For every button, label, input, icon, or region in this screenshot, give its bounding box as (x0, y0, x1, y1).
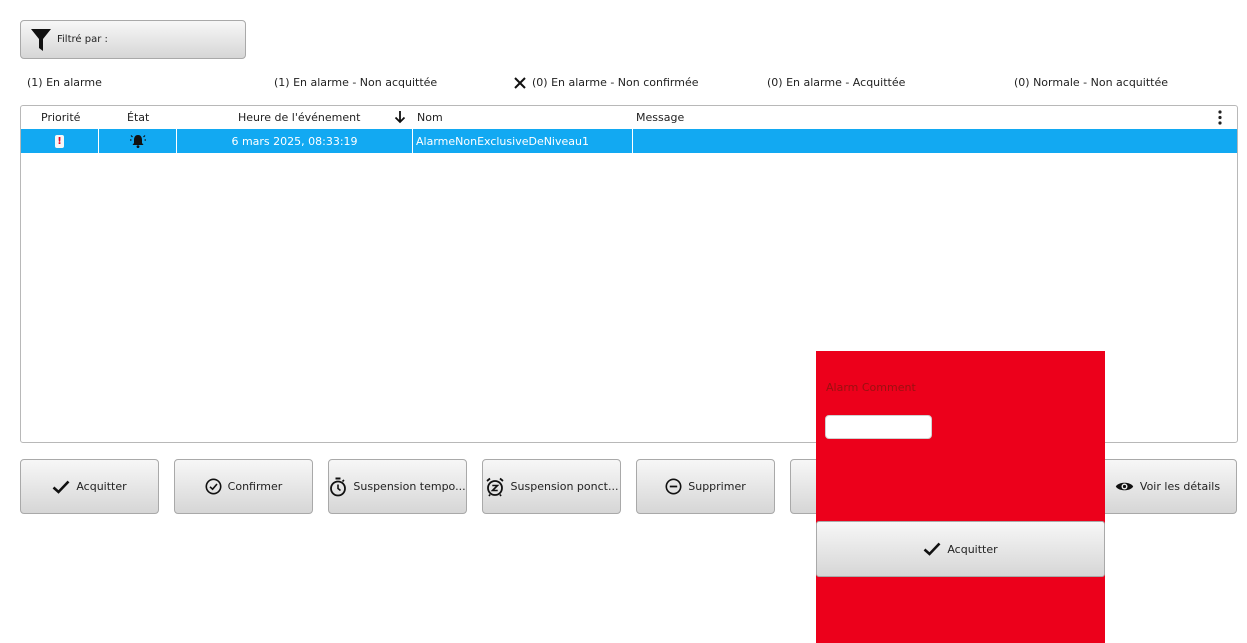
column-divider (412, 129, 413, 153)
state-cell (99, 129, 176, 153)
summary-in-alarm-unacked[interactable]: (1) En alarme - Non acquittée (274, 76, 437, 89)
column-header-name[interactable]: Nom (417, 111, 443, 124)
column-divider (632, 129, 633, 153)
priority-cell: ! (21, 129, 98, 153)
acknowledge-label: Acquitter (76, 480, 127, 493)
view-details-button[interactable]: Voir les détails (1098, 459, 1237, 514)
event-time-cell: 6 mars 2025, 08:33:19 (231, 134, 358, 148)
eye-icon (1115, 480, 1134, 493)
filter-label: Filtré par : (57, 34, 108, 45)
summary-in-alarm-unconfirmed-label: (0) En alarme - Non confirmée (532, 76, 699, 89)
shelve-oneshot-label: Suspension ponct... (510, 480, 619, 493)
summary-in-alarm-unconfirmed[interactable]: (0) En alarme - Non confirmée (514, 76, 699, 89)
summary-in-alarm-acked[interactable]: (0) En alarme - Acquittée (767, 76, 905, 89)
summary-in-alarm-unacked-label: (1) En alarme - Non acquittée (274, 76, 438, 89)
message-cell (636, 129, 1216, 153)
summary-in-alarm-label: (1) En alarme (27, 76, 102, 89)
alarm-comment-panel: Alarm Comment Acquitter (816, 351, 1105, 643)
name-cell: AlarmeNonExclusiveDeNiveau1 (416, 134, 589, 148)
checkmark-icon (923, 542, 941, 556)
shelve-oneshot-button[interactable]: Suspension ponct... (482, 459, 621, 514)
more-vertical-icon[interactable] (1217, 110, 1223, 125)
column-header-state[interactable]: État (127, 111, 149, 124)
panel-acknowledge-button[interactable]: Acquitter (816, 521, 1105, 577)
shelve-timed-button[interactable]: Suspension tempo... (328, 459, 467, 514)
column-header-event-time[interactable]: Heure de l'événement (238, 111, 360, 124)
summary-normal-unacked-label: (0) Normale - Non acquittée (1014, 76, 1168, 89)
acknowledge-button[interactable]: Acquitter (20, 459, 159, 514)
summary-in-alarm[interactable]: (1) En alarme (27, 76, 102, 89)
confirm-label: Confirmer (227, 480, 283, 493)
check-circle-icon (205, 478, 222, 495)
column-header-priority[interactable]: Priorité (41, 111, 80, 124)
filter-button[interactable]: Filtré par : (20, 20, 246, 59)
stopwatch-icon (329, 477, 347, 497)
summary-normal-unacked[interactable]: (0) Normale - Non acquittée (1014, 76, 1168, 89)
confirm-button[interactable]: Confirmer (174, 459, 313, 514)
priority-badge: ! (55, 134, 64, 148)
alarm-comment-label: Alarm Comment (826, 381, 916, 394)
table-header: Priorité État Heure de l'événement Nom M… (21, 106, 1237, 128)
alarm-clock-snooze-icon (485, 477, 505, 497)
arrow-down-icon[interactable] (394, 110, 406, 124)
column-header-message[interactable]: Message (636, 111, 684, 124)
delete-button[interactable]: Supprimer (636, 459, 775, 514)
funnel-icon (31, 28, 51, 52)
checkmark-icon (52, 480, 70, 494)
close-x-icon (514, 76, 526, 89)
view-details-label: Voir les détails (1139, 480, 1221, 493)
shelve-timed-label: Suspension tempo... (353, 480, 466, 493)
minus-circle-icon (665, 478, 682, 495)
summary-in-alarm-acked-label: (0) En alarme - Acquittée (767, 76, 906, 89)
table-row[interactable]: ! 6 mars 2025, 08:33:19 AlarmeNonExclusi… (21, 129, 1237, 153)
alarm-bell-icon (129, 133, 146, 149)
delete-label: Supprimer (688, 480, 746, 493)
panel-acknowledge-label: Acquitter (947, 542, 998, 556)
alarm-comment-input[interactable] (825, 415, 932, 439)
